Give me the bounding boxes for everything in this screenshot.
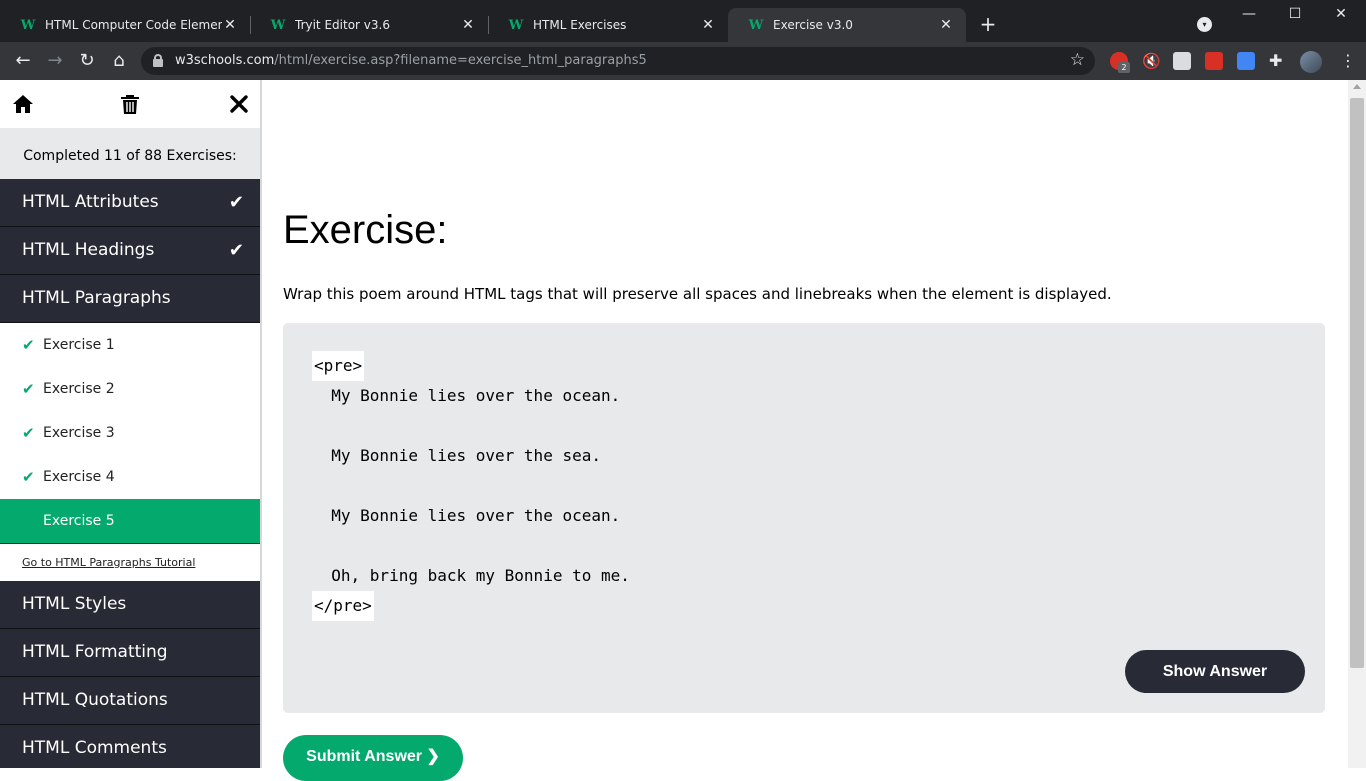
lock-icon[interactable] bbox=[153, 54, 163, 67]
new-tab-icon[interactable]: + bbox=[978, 14, 998, 34]
exercise-item-3[interactable]: ✔ Exercise 3 bbox=[0, 411, 260, 455]
exercise-main: Exercise: Wrap this poem around HTML tag… bbox=[262, 80, 1348, 781]
mute-extension-icon[interactable]: 🔇 bbox=[1142, 52, 1161, 70]
checkmark-icon: ✔ bbox=[228, 240, 244, 261]
sidebar-item-label: HTML Attributes bbox=[22, 192, 159, 212]
poem-line: My Bonnie lies over the sea. bbox=[312, 446, 601, 465]
sidebar-item-label: HTML Paragraphs bbox=[22, 288, 171, 308]
w3schools-icon: W bbox=[20, 17, 36, 33]
exercise-label: Exercise 2 bbox=[43, 381, 115, 397]
show-answer-button[interactable]: Show Answer bbox=[1125, 650, 1305, 693]
completed-count: Completed 11 of 88 Exercises: bbox=[0, 128, 260, 179]
exercise-item-4[interactable]: ✔ Exercise 4 bbox=[0, 455, 260, 499]
sidebar-item-label: HTML Styles bbox=[22, 594, 127, 614]
tab-title: Exercise v3.0 bbox=[773, 18, 853, 32]
w3schools-icon: W bbox=[270, 17, 286, 33]
sidebar-item-label: HTML Quotations bbox=[22, 690, 168, 710]
home-icon[interactable]: ⌂ bbox=[108, 50, 130, 72]
exercise-item-2[interactable]: ✔ Exercise 2 bbox=[0, 367, 260, 411]
minimize-icon[interactable]: — bbox=[1234, 6, 1264, 26]
address-bar[interactable]: w3schools.com/html/exercise.asp?filename… bbox=[141, 47, 1095, 75]
browser-toolbar: ← → ↻ ⌂ w3schools.com/html/exercise.asp?… bbox=[0, 42, 1366, 80]
scroll-up-arrow-icon[interactable] bbox=[1353, 84, 1361, 89]
close-window-icon[interactable]: ✕ bbox=[1326, 6, 1356, 26]
bookmark-star-icon[interactable]: ☆ bbox=[1070, 50, 1085, 70]
url-text[interactable]: w3schools.com/html/exercise.asp?filename… bbox=[175, 53, 647, 68]
url-host: w3schools.com bbox=[175, 53, 275, 68]
exercise-instructions: Wrap this poem around HTML tags that wil… bbox=[283, 285, 1112, 303]
checkmark-icon: ✔ bbox=[22, 468, 35, 486]
exercise-label: Exercise 5 bbox=[43, 513, 115, 529]
checkmark-icon: ✔ bbox=[22, 424, 35, 442]
page-scrollbar[interactable] bbox=[1348, 80, 1366, 768]
code-block: <pre> My Bonnie lies over the ocean. My … bbox=[312, 351, 630, 621]
browser-tab[interactable]: W Tryit Editor v3.6 ✕ bbox=[250, 8, 488, 42]
submit-answer-button[interactable]: Submit Answer ❯ bbox=[283, 735, 463, 781]
video-extension-icon[interactable] bbox=[1205, 52, 1223, 70]
poem-line: My Bonnie lies over the ocean. bbox=[312, 386, 621, 405]
sidebar-item-html-headings[interactable]: HTML Headings ✔ bbox=[0, 227, 260, 275]
sidebar-item-html-attributes[interactable]: HTML Attributes ✔ bbox=[0, 179, 260, 227]
back-icon[interactable]: ← bbox=[12, 50, 34, 72]
extension-icon[interactable] bbox=[1173, 52, 1191, 70]
maximize-icon[interactable]: ☐ bbox=[1280, 6, 1310, 26]
browser-tab[interactable]: W HTML Exercises ✕ bbox=[488, 8, 728, 42]
home-icon[interactable] bbox=[11, 92, 35, 116]
open-tag-input[interactable]: <pre> bbox=[312, 351, 365, 381]
close-tab-icon[interactable]: ✕ bbox=[938, 17, 954, 33]
profile-avatar[interactable] bbox=[1300, 51, 1322, 73]
checkmark-icon: ✔ bbox=[22, 336, 35, 354]
w3schools-icon: W bbox=[508, 17, 524, 33]
tutorial-link[interactable]: Go to HTML Paragraphs Tutorial bbox=[0, 544, 260, 581]
reload-icon[interactable]: ↻ bbox=[76, 50, 98, 72]
tab-title: HTML Computer Code Elements bbox=[45, 18, 222, 32]
extensions-puzzle-icon[interactable]: ✚ bbox=[1269, 51, 1282, 70]
close-icon[interactable] bbox=[227, 92, 251, 116]
browser-tab-strip: W HTML Computer Code Elements ✕ W Tryit … bbox=[0, 0, 1366, 42]
url-path: /html/exercise.asp?filename=exercise_htm… bbox=[274, 53, 647, 68]
browser-tab[interactable]: W HTML Computer Code Elements ✕ bbox=[0, 8, 250, 42]
exercise-item-1[interactable]: ✔ Exercise 1 bbox=[0, 323, 260, 367]
sidebar-item-html-paragraphs[interactable]: HTML Paragraphs bbox=[0, 275, 260, 323]
page-title: Exercise: bbox=[283, 208, 448, 252]
menu-kebab-icon[interactable]: ⋮ bbox=[1340, 51, 1356, 71]
exercise-sidebar: Completed 11 of 88 Exercises: HTML Attri… bbox=[0, 80, 262, 768]
sidebar-item-html-styles[interactable]: HTML Styles bbox=[0, 581, 260, 629]
sidebar-item-label: HTML Formatting bbox=[22, 642, 168, 662]
sidebar-toolbar bbox=[0, 80, 260, 128]
checkmark-icon: ✔ bbox=[228, 192, 244, 213]
extension-badge: 2 bbox=[1118, 62, 1130, 73]
forward-icon[interactable]: → bbox=[44, 50, 66, 72]
close-tab-icon[interactable]: ✕ bbox=[460, 17, 476, 33]
exercise-label: Exercise 1 bbox=[43, 337, 115, 353]
tab-title: Tryit Editor v3.6 bbox=[295, 18, 390, 32]
sidebar-item-html-comments[interactable]: HTML Comments bbox=[0, 725, 260, 768]
exercise-item-5-active[interactable]: Exercise 5 bbox=[0, 499, 260, 543]
poem-line: My Bonnie lies over the ocean. bbox=[312, 506, 621, 525]
checkmark-icon: ✔ bbox=[22, 380, 35, 398]
exercise-label: Exercise 4 bbox=[43, 469, 115, 485]
close-tab-icon[interactable]: ✕ bbox=[700, 17, 716, 33]
sidebar-item-label: HTML Comments bbox=[22, 738, 167, 758]
sidebar-item-html-formatting[interactable]: HTML Formatting bbox=[0, 629, 260, 677]
close-tab-icon[interactable]: ✕ bbox=[222, 17, 238, 33]
trash-icon[interactable] bbox=[118, 92, 142, 116]
poem-line: Oh, bring back my Bonnie to me. bbox=[312, 566, 630, 585]
exercise-label: Exercise 3 bbox=[43, 425, 115, 441]
close-tag-input[interactable]: </pre> bbox=[312, 591, 374, 621]
tab-search-icon[interactable]: ▾ bbox=[1197, 17, 1212, 32]
scrollbar-thumb[interactable] bbox=[1350, 98, 1364, 668]
sidebar-item-label: HTML Headings bbox=[22, 240, 155, 260]
sidebar-item-html-quotations[interactable]: HTML Quotations bbox=[0, 677, 260, 725]
translate-extension-icon[interactable] bbox=[1237, 52, 1255, 70]
tab-title: HTML Exercises bbox=[533, 18, 627, 32]
browser-tab-active[interactable]: W Exercise v3.0 ✕ bbox=[728, 8, 966, 42]
w3schools-icon: W bbox=[748, 17, 764, 33]
code-box: <pre> My Bonnie lies over the ocean. My … bbox=[283, 323, 1325, 713]
